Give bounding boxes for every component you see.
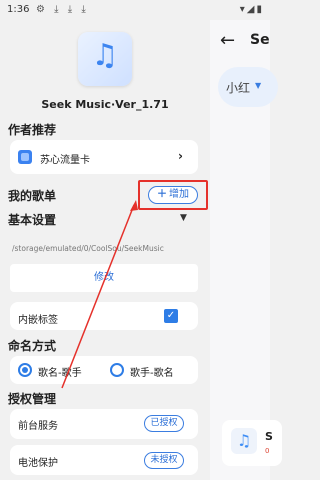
notification-icons: ⚙ ⤓ ⤓ ⤓: [36, 4, 89, 15]
status-time: 1:36: [7, 4, 30, 15]
highlight-box: [138, 180, 208, 210]
status-bar: 1:36 ⚙ ⤓ ⤓ ⤓ ▾◢▮: [0, 0, 270, 20]
annotation-arrow: [61, 200, 138, 389]
signal-battery-icons: ▾◢▮: [239, 4, 264, 15]
